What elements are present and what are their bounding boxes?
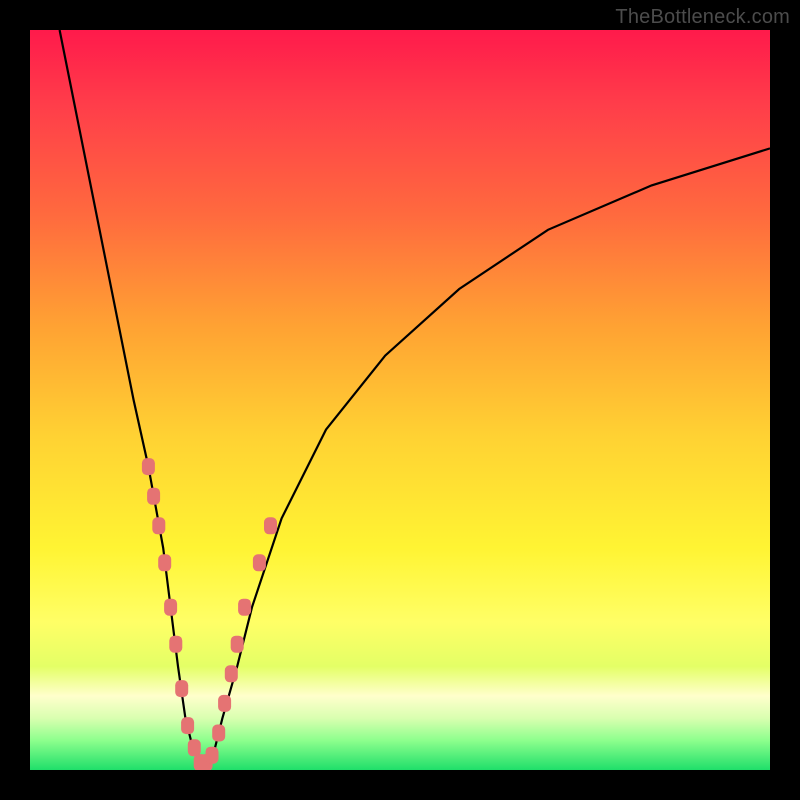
marker-point: [253, 554, 266, 571]
marker-point: [188, 739, 201, 756]
marker-point: [206, 747, 219, 764]
plot-area: [30, 30, 770, 770]
marker-point: [218, 695, 231, 712]
marker-point: [152, 517, 165, 534]
marker-point: [142, 458, 155, 475]
marker-point: [231, 636, 244, 653]
highlight-markers: [142, 458, 277, 770]
marker-point: [264, 517, 277, 534]
marker-point: [212, 725, 225, 742]
marker-point: [147, 488, 160, 505]
watermark-text: TheBottleneck.com: [615, 6, 790, 29]
marker-point: [158, 554, 171, 571]
marker-point: [225, 665, 238, 682]
bottleneck-curve: [60, 30, 770, 763]
marker-point: [238, 599, 251, 616]
chart-frame: TheBottleneck.com: [0, 0, 800, 800]
marker-point: [164, 599, 177, 616]
marker-point: [169, 636, 182, 653]
marker-point: [175, 680, 188, 697]
curve-svg: [30, 30, 770, 770]
marker-point: [181, 717, 194, 734]
